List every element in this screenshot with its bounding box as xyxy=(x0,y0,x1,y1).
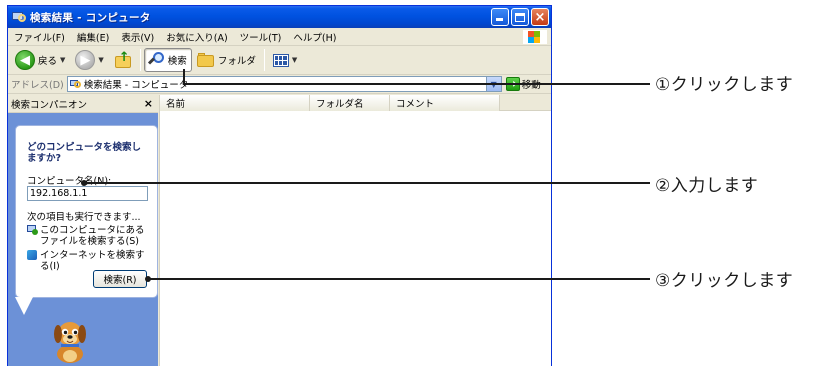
back-arrow-icon: ◀ xyxy=(15,50,35,70)
computer-name-label: コンピュータ名(N): xyxy=(27,176,112,187)
toolbar: ◀ 戻る ▼ ▶ ▼ ↑ 検索 フォルダ ▼ xyxy=(8,46,551,75)
search-computer-icon xyxy=(69,79,81,89)
list-header: 名前 フォルダ名 コメント xyxy=(160,95,551,111)
title-bar[interactable]: 検索結果 - コンピュータ × xyxy=(8,6,551,28)
back-button[interactable]: ◀ 戻る ▼ xyxy=(10,48,70,72)
menu-file[interactable]: ファイル(F) xyxy=(8,30,71,44)
views-dropdown-icon[interactable]: ▼ xyxy=(292,56,297,64)
also-label: 次の項目も実行できます... xyxy=(27,212,141,223)
forward-arrow-icon: ▶ xyxy=(75,50,96,70)
menu-tools[interactable]: ツール(T) xyxy=(234,30,288,44)
search-question: どのコンピュータを検索しますか? xyxy=(27,142,142,164)
up-folder-icon: ↑ xyxy=(114,51,132,69)
folders-button[interactable]: フォルダ xyxy=(192,48,261,72)
minimize-button[interactable] xyxy=(491,8,509,26)
search-submit-button[interactable]: 検索(R) xyxy=(93,270,147,288)
maximize-icon xyxy=(515,12,525,22)
windows-logo-icon xyxy=(523,30,547,44)
computer-name-input[interactable] xyxy=(27,186,148,201)
search-computer-icon xyxy=(12,11,26,23)
bubble-tail xyxy=(15,297,33,315)
search-internet-link[interactable]: インターネットを検索する(I) xyxy=(27,250,152,272)
address-label: アドレス(D) xyxy=(11,80,64,91)
column-name[interactable]: 名前 xyxy=(160,95,310,111)
menu-view[interactable]: 表示(V) xyxy=(115,30,160,44)
search-files-link[interactable]: このコンピュータにあるファイルを検索する(S) xyxy=(27,225,152,247)
menu-favorites[interactable]: お気に入り(A) xyxy=(160,30,233,44)
caption-buttons: × xyxy=(491,8,549,26)
computer-search-icon xyxy=(27,225,38,235)
forward-button[interactable]: ▶ ▼ xyxy=(70,48,108,72)
menu-help[interactable]: ヘルプ(H) xyxy=(287,30,342,44)
close-window-button[interactable]: × xyxy=(531,8,549,26)
pane-title: 検索コンパニオン xyxy=(11,99,88,111)
callout-step3: ③クリックします xyxy=(655,271,794,291)
search-files-label: このコンピュータにあるファイルを検索する(S) xyxy=(40,225,145,247)
callout-step2: ②入力します xyxy=(655,176,759,196)
address-value: 検索結果 - コンピュータ xyxy=(83,80,189,91)
callout-leader-3 xyxy=(145,276,650,282)
menu-bar: ファイル(F) 編集(E) 表示(V) お気に入り(A) ツール(T) ヘルプ(… xyxy=(8,28,551,46)
close-pane-icon[interactable]: × xyxy=(144,97,153,110)
column-comment[interactable]: コメント xyxy=(390,95,500,111)
back-label: 戻る xyxy=(38,56,58,67)
search-internet-label: インターネットを検索する(I) xyxy=(40,250,145,272)
views-icon xyxy=(272,53,289,67)
search-companion-pane: 検索コンパニオン × どのコンピュータを検索しますか? コンピュータ名(N): … xyxy=(8,95,158,366)
menu-edit[interactable]: 編集(E) xyxy=(71,30,115,44)
views-button[interactable]: ▼ xyxy=(268,48,302,72)
back-dropdown-icon[interactable]: ▼ xyxy=(60,56,65,64)
window-title: 検索結果 - コンピュータ xyxy=(30,11,151,24)
pane-header: 検索コンパニオン × xyxy=(8,95,158,113)
callout-leader-1 xyxy=(183,69,650,85)
search-bubble: どのコンピュータを検索しますか? コンピュータ名(N): 次の項目も実行できます… xyxy=(15,125,158,298)
internet-icon xyxy=(27,250,37,260)
callout-leader-2 xyxy=(81,180,650,186)
results-list[interactable]: 名前 フォルダ名 コメント xyxy=(159,95,551,366)
toolbar-separator xyxy=(139,49,141,71)
magnifier-icon xyxy=(147,52,165,68)
search-dog-icon xyxy=(54,322,86,363)
folder-icon xyxy=(196,53,215,67)
up-button[interactable]: ↑ xyxy=(109,48,137,72)
forward-dropdown-icon[interactable]: ▼ xyxy=(98,56,103,64)
explorer-window: 検索結果 - コンピュータ × ファイル(F) 編集(E) 表示(V) お気に入… xyxy=(7,5,552,366)
maximize-button[interactable] xyxy=(511,8,529,26)
callout-step1: ①クリックします xyxy=(655,75,794,95)
folders-label: フォルダ xyxy=(217,56,256,67)
column-folder[interactable]: フォルダ名 xyxy=(310,95,390,111)
toolbar-separator xyxy=(263,49,265,71)
close-icon: × xyxy=(534,9,546,25)
minimize-icon xyxy=(496,18,503,21)
search-label: 検索 xyxy=(167,56,187,67)
